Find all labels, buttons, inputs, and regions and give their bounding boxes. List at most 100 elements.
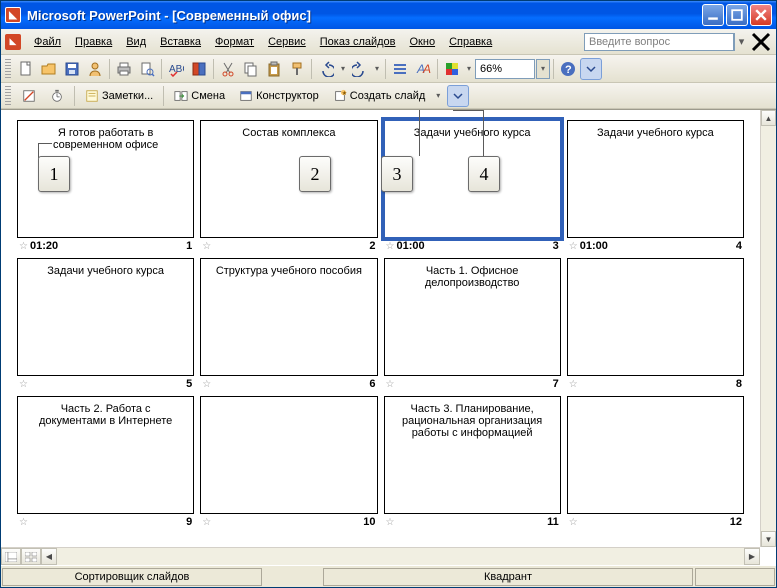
notes-label: Заметки... <box>102 90 153 102</box>
slide-time: 01:00 <box>396 240 424 252</box>
toolbar-grip[interactable] <box>5 59 11 79</box>
minimize-button[interactable] <box>702 4 724 26</box>
permission-icon[interactable] <box>84 58 106 80</box>
open-icon[interactable] <box>38 58 60 80</box>
slide-title-text: Структура учебного пособия <box>209 265 368 277</box>
slide-cell[interactable]: Состав комплекса☆2 <box>200 120 377 252</box>
standard-toolbar: ABC ▾ ▾ AA ▾ 66% ▾ ? <box>1 55 776 83</box>
slide-thumbnail[interactable]: Часть 3. Планирование, рациональная орга… <box>384 396 561 514</box>
transition-button[interactable]: Смена <box>168 85 231 107</box>
callout-4: 4 <box>468 156 500 192</box>
slide-thumbnail[interactable]: Часть 2. Работа с документами в Интернет… <box>17 396 194 514</box>
menu-service[interactable]: Сервис <box>261 34 313 50</box>
help-icon[interactable]: ? <box>557 58 579 80</box>
slide-thumbnail[interactable]: Задачи учебного курса <box>17 258 194 376</box>
color-icon[interactable] <box>441 58 463 80</box>
show-formatting-icon[interactable]: AA <box>412 58 434 80</box>
slide-meta: ☆9 <box>17 514 194 528</box>
transition-icon: ☆ <box>19 241 28 252</box>
help-question-input[interactable]: Введите вопрос <box>584 33 734 51</box>
rehearse-timings-icon[interactable] <box>44 85 70 107</box>
menu-insert[interactable]: Вставка <box>153 34 208 50</box>
horizontal-scrollbar[interactable]: ◀ ▶ <box>41 547 760 565</box>
save-icon[interactable] <box>61 58 83 80</box>
menu-edit[interactable]: Правка <box>68 34 119 50</box>
slide-number: 2 <box>369 240 375 252</box>
slide-number: 4 <box>736 240 742 252</box>
summary-slide-icon[interactable] <box>389 58 411 80</box>
menu-file[interactable]: Файл <box>27 34 68 50</box>
research-icon[interactable] <box>188 58 210 80</box>
callout-2: 2 <box>299 156 331 192</box>
copy-icon[interactable] <box>240 58 262 80</box>
toolbar-options-icon[interactable] <box>580 58 602 80</box>
slide-thumbnail[interactable] <box>567 258 744 376</box>
design-button[interactable]: Конструктор <box>233 85 325 107</box>
slide-thumbnail[interactable]: Состав комплекса <box>200 120 377 238</box>
slide-thumbnail[interactable]: Задачи учебного курса <box>567 120 744 238</box>
hscroll-track[interactable] <box>57 548 744 565</box>
slide-cell[interactable]: Часть 3. Планирование, рациональная орга… <box>384 396 561 528</box>
slide-cell[interactable]: ☆8 <box>567 258 744 390</box>
slide-number: 3 <box>553 240 559 252</box>
close-button[interactable] <box>750 4 772 26</box>
vscroll-track[interactable] <box>761 126 776 531</box>
slide-thumbnail[interactable]: Часть 1. Офисное делопроизводство <box>384 258 561 376</box>
design-label: Конструктор <box>256 90 319 102</box>
slide-cell[interactable]: ☆10 <box>200 396 377 528</box>
menu-window[interactable]: Окно <box>403 34 443 50</box>
slide-thumbnail[interactable] <box>200 396 377 514</box>
print-preview-icon[interactable] <box>136 58 158 80</box>
slide-cell[interactable]: Структура учебного пособия☆6 <box>200 258 377 390</box>
cut-icon[interactable] <box>217 58 239 80</box>
mdi-close-button[interactable] <box>750 31 772 53</box>
transition-icon: ☆ <box>386 517 395 528</box>
undo-icon[interactable] <box>315 58 337 80</box>
format-painter-icon[interactable] <box>286 58 308 80</box>
help-question-dropdown[interactable]: ▾ <box>734 33 748 51</box>
new-icon[interactable] <box>15 58 37 80</box>
paste-icon[interactable] <box>263 58 285 80</box>
normal-view-icon[interactable] <box>1 548 21 565</box>
menu-help[interactable]: Справка <box>442 34 499 50</box>
maximize-button[interactable] <box>726 4 748 26</box>
slide-cell[interactable]: ☆12 <box>567 396 744 528</box>
print-icon[interactable] <box>113 58 135 80</box>
scroll-left-icon[interactable]: ◀ <box>41 548 57 565</box>
slide-meta: ☆10 <box>200 514 377 528</box>
zoom-input[interactable]: 66% <box>475 59 535 79</box>
hide-slide-icon[interactable] <box>16 85 42 107</box>
menu-slideshow[interactable]: Показ слайдов <box>313 34 403 50</box>
zoom-value: 66% <box>480 63 502 75</box>
svg-text:A: A <box>422 62 431 76</box>
menu-format[interactable]: Формат <box>208 34 261 50</box>
scroll-right-icon[interactable]: ▶ <box>744 548 760 565</box>
vertical-scrollbar[interactable]: ▲ ▼ <box>760 110 776 547</box>
spelling-icon[interactable]: ABC <box>165 58 187 80</box>
new-slide-button[interactable]: ★Создать слайд <box>327 85 431 107</box>
undo-dropdown[interactable]: ▾ <box>338 64 348 73</box>
redo-dropdown[interactable]: ▾ <box>372 64 382 73</box>
slide-cell[interactable]: Задачи учебного курса☆5 <box>17 258 194 390</box>
notes-button[interactable]: Заметки... <box>79 85 159 107</box>
zoom-dropdown[interactable]: ▾ <box>536 59 550 79</box>
slide-cell[interactable]: Задачи учебного курса☆01:004 <box>567 120 744 252</box>
menu-view[interactable]: Вид <box>119 34 153 50</box>
help-question-placeholder: Введите вопрос <box>589 36 670 48</box>
slide-cell[interactable]: Часть 1. Офисное делопроизводство☆7 <box>384 258 561 390</box>
redo-icon[interactable] <box>349 58 371 80</box>
sorter-view-icon[interactable] <box>21 548 41 565</box>
slide-thumbnail[interactable]: Структура учебного пособия <box>200 258 377 376</box>
slide-thumbnail[interactable] <box>567 396 744 514</box>
toolbar2-options-icon[interactable] <box>447 85 469 107</box>
powerpoint-icon: ◣ <box>5 7 21 23</box>
scroll-up-icon[interactable]: ▲ <box>761 110 776 126</box>
new-slide-dropdown[interactable]: ▾ <box>433 91 443 100</box>
transition-icon: ☆ <box>202 379 211 390</box>
scroll-down-icon[interactable]: ▼ <box>761 531 776 547</box>
color-dropdown[interactable]: ▾ <box>464 64 474 73</box>
toolbar2-grip[interactable] <box>5 86 11 106</box>
slide-cell[interactable]: Часть 2. Работа с документами в Интернет… <box>17 396 194 528</box>
slide-time: 01:00 <box>580 240 608 252</box>
status-template: Квадрант <box>323 568 693 586</box>
